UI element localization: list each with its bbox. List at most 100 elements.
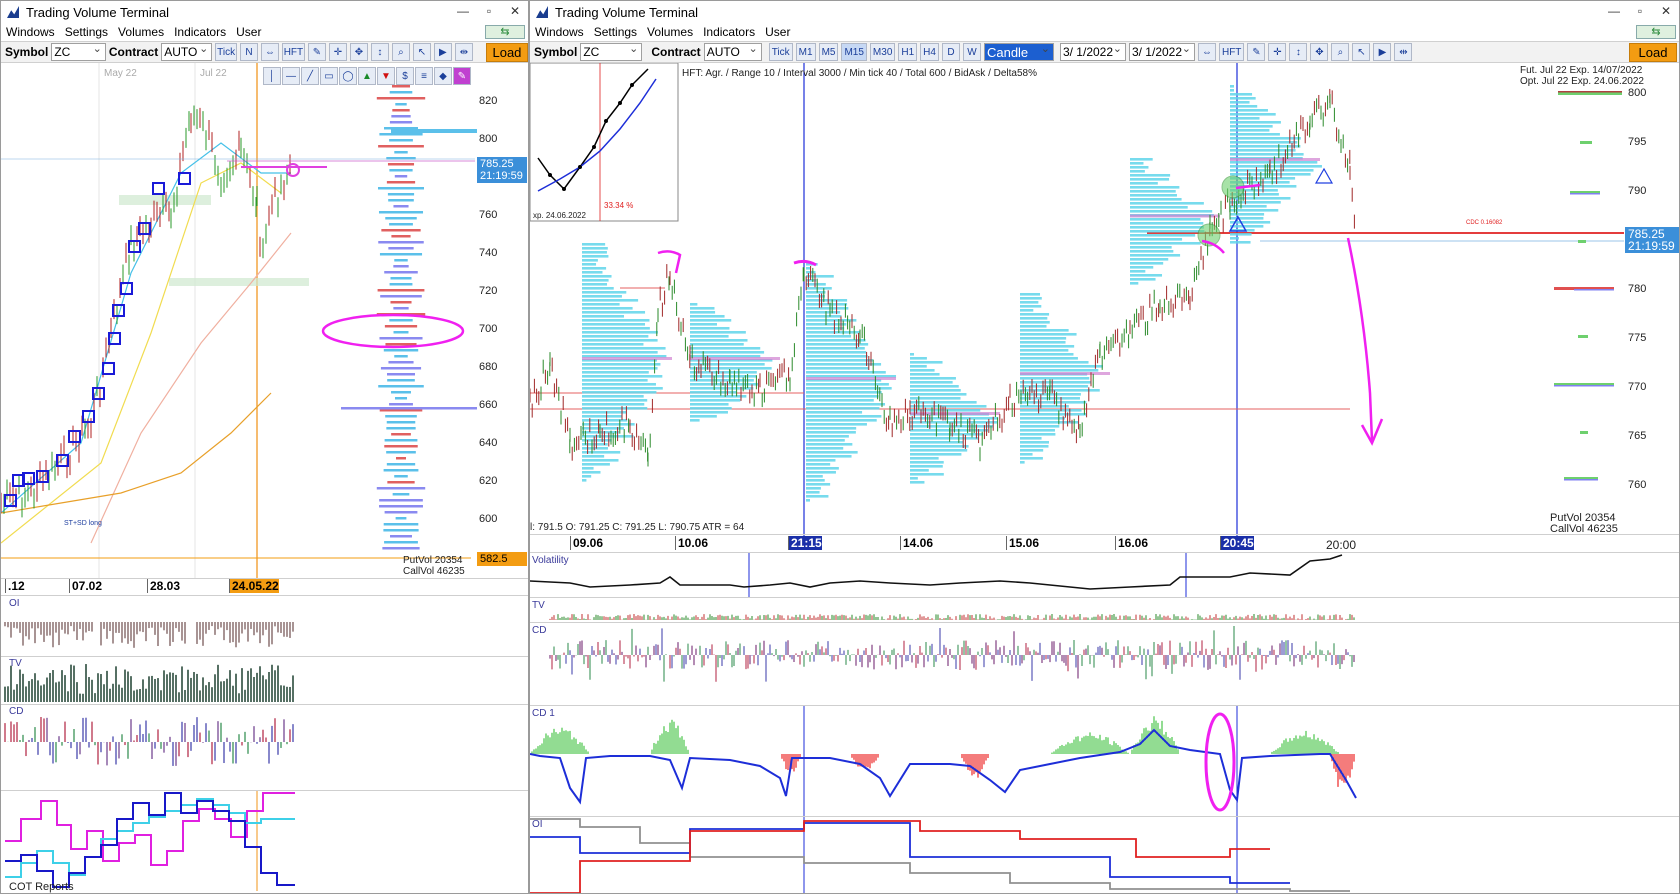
menu-indicators[interactable]: Indicators <box>169 25 231 39</box>
zoom-icon[interactable]: ⌕ <box>1331 43 1350 61</box>
volume-profile-bar <box>690 311 716 314</box>
volume-profile-bar <box>1020 417 1066 420</box>
options-levels <box>1554 91 1622 481</box>
tv-panel[interactable] <box>1 658 529 704</box>
chart-tool-icon[interactable]: ⇔ <box>1197 43 1216 61</box>
brush-icon[interactable]: ✎ <box>1247 43 1266 61</box>
date-label-4: 15.06 <box>1006 536 1039 550</box>
volume-profile-bar <box>1230 209 1279 212</box>
symbol-select[interactable]: ZC <box>51 42 106 61</box>
menu-user[interactable]: User <box>231 25 266 39</box>
volume-profile-bar <box>390 301 412 304</box>
price-tick-800: 800 <box>479 133 498 145</box>
left-title-bar[interactable]: Trading Volume Terminal — ▫ ✕ <box>1 1 528 23</box>
move-icon[interactable]: ✥ <box>1310 43 1329 61</box>
menu-volumes[interactable]: Volumes <box>113 25 169 39</box>
menu-indicators[interactable]: Indicators <box>698 25 760 39</box>
vertical-scale-icon[interactable]: ↕ <box>370 43 389 61</box>
date-from-picker[interactable]: 3/ 1/2022 <box>1059 42 1126 61</box>
minimize-button[interactable]: — <box>1601 1 1627 23</box>
maximize-button[interactable]: ▫ <box>1627 1 1653 23</box>
load-button[interactable]: Load <box>1629 42 1677 62</box>
volume-profile-bar <box>1020 317 1048 320</box>
volume-profile-bar <box>1230 145 1301 148</box>
timeframe-m15[interactable]: M15 <box>841 43 867 61</box>
brush-icon[interactable]: ✎ <box>307 43 326 61</box>
volume-profile-bar <box>806 475 823 478</box>
cd-panel[interactable] <box>1 706 529 790</box>
cursor-icon[interactable]: ↖ <box>412 43 431 61</box>
menu-settings[interactable]: Settings <box>589 25 642 39</box>
volume-profile-bar <box>380 295 422 298</box>
vertical-scale-icon[interactable]: ↕ <box>1289 43 1308 61</box>
contract-select[interactable]: AUTO <box>161 42 213 61</box>
volume-profile-bar <box>386 463 416 466</box>
timeframe-h4[interactable]: H4 <box>920 43 939 61</box>
n-button[interactable]: N <box>239 43 258 61</box>
load-button[interactable]: Load <box>485 42 528 62</box>
timeframe-h1[interactable]: H1 <box>898 43 918 61</box>
tv-panel[interactable] <box>530 598 1680 622</box>
minimize-button[interactable]: — <box>450 1 476 23</box>
chart-type-select[interactable]: Candle <box>983 42 1054 61</box>
inset-exp-label: xp. 24.06.2022 <box>533 211 586 220</box>
range-icon[interactable]: ⇹ <box>454 43 473 61</box>
left-price-chart[interactable] <box>1 63 529 583</box>
menu-settings[interactable]: Settings <box>60 25 113 39</box>
volume-profile-bar <box>395 457 407 460</box>
oi-panel[interactable] <box>1 598 529 656</box>
range-icon[interactable]: ⇹ <box>1394 43 1413 61</box>
menu-windows[interactable]: Windows <box>530 25 589 39</box>
cot-panel[interactable] <box>1 791 529 891</box>
volume-profile-bar <box>806 491 820 494</box>
zoom-icon[interactable]: ⌕ <box>391 43 410 61</box>
timeframe-m30[interactable]: M30 <box>869 43 896 61</box>
volume-profile-bar <box>388 361 414 364</box>
symbol-select[interactable]: ZC <box>580 42 643 61</box>
crosshair-icon[interactable]: ✛ <box>328 43 347 61</box>
menu-volumes[interactable]: Volumes <box>642 25 698 39</box>
right-title-bar[interactable]: Trading Volume Terminal — ▫ ✕ <box>530 1 1679 23</box>
maximize-button[interactable]: ▫ <box>476 1 502 23</box>
left-menu-bar: Windows Settings Volumes Indicators User… <box>1 23 528 40</box>
play-icon[interactable]: ▶ <box>1373 43 1392 61</box>
close-button[interactable]: ✕ <box>1653 1 1679 23</box>
volatility-panel[interactable] <box>530 553 1680 597</box>
crosshair-icon[interactable]: ✛ <box>1268 43 1287 61</box>
right-price-chart[interactable] <box>530 63 1624 543</box>
hft-button[interactable]: HFT <box>281 43 305 61</box>
timeframe-m5[interactable]: M5 <box>818 43 839 61</box>
volume-profile-bar <box>582 319 650 322</box>
volume-profile-bar <box>393 265 409 268</box>
play-icon[interactable]: ▶ <box>433 43 452 61</box>
volume-profile-bar <box>806 383 889 386</box>
contract-select[interactable]: AUTO <box>703 42 762 61</box>
menu-user[interactable]: User <box>760 25 795 39</box>
volume-profile-bar <box>690 307 715 310</box>
hft-button[interactable]: HFT <box>1218 43 1245 61</box>
cursor-icon[interactable]: ↖ <box>1352 43 1371 61</box>
timeframe-d[interactable]: D <box>941 43 960 61</box>
tick-button[interactable]: Tick <box>215 43 237 61</box>
move-icon[interactable]: ✥ <box>349 43 368 61</box>
price-tick-600: 600 <box>479 513 498 525</box>
cd-panel[interactable] <box>530 623 1680 705</box>
oi-panel[interactable] <box>530 817 1680 894</box>
refresh-icon[interactable]: ⇆ <box>1636 24 1676 39</box>
volume-profile-bar <box>384 271 418 274</box>
timeframe-w[interactable]: W <box>962 43 981 61</box>
date-to-picker[interactable]: 3/ 1/2022 <box>1128 42 1195 61</box>
timeframe-m1[interactable]: M1 <box>795 43 816 61</box>
refresh-icon[interactable]: ⇆ <box>485 24 525 39</box>
menu-windows[interactable]: Windows <box>1 25 60 39</box>
volume-profile-bar <box>910 465 943 468</box>
volume-profile-bar <box>910 437 979 440</box>
chart-tool-icon[interactable]: ⇔ <box>260 43 279 61</box>
close-button[interactable]: ✕ <box>502 1 528 23</box>
volume-profile-bar <box>806 407 880 410</box>
volume-profile-bar <box>383 529 419 532</box>
cd1-panel[interactable] <box>530 706 1680 816</box>
volume-profile-bar <box>690 379 754 382</box>
date-label-cursor-2: 20:45 <box>1220 536 1254 550</box>
timeframe-tick[interactable]: Tick <box>768 43 793 61</box>
